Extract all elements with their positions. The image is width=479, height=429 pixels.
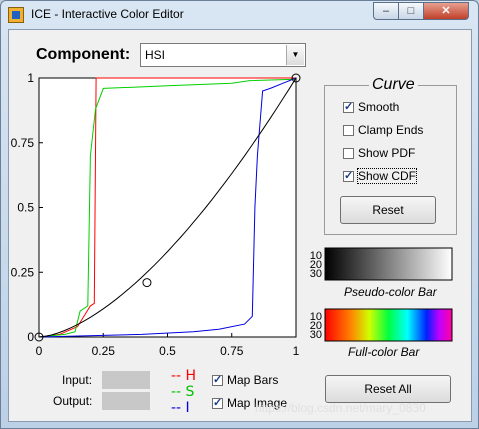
watermark-text: https://blog.csdn.net/mary_0830	[255, 401, 426, 415]
show-cdf-label: Show CDF	[356, 168, 418, 184]
i-legend: -- I	[171, 400, 190, 416]
y-tick-label: 1	[27, 71, 34, 85]
show-pdf-label: Show PDF	[358, 146, 416, 160]
y-tick-label: 0.25	[11, 265, 35, 279]
y-tick-label: 0.75	[11, 136, 35, 150]
x-tick-label: 0.25	[92, 344, 116, 358]
x-tick-label: 0	[36, 344, 43, 358]
output-label: Output:	[53, 394, 93, 408]
input-label: Input:	[62, 373, 93, 387]
input-value-field	[102, 371, 150, 389]
clamp-ends-check-box[interactable]	[343, 125, 354, 136]
smooth-label: Smooth	[358, 100, 400, 114]
full-color-bar	[324, 308, 453, 342]
x-tick-label: 0.5	[159, 344, 176, 358]
pseudo-color-bar	[324, 247, 453, 281]
curve-group-title: Curve	[369, 76, 418, 94]
show-cdf-checkbox[interactable]: Show CDF	[343, 168, 418, 184]
output-value-field	[102, 392, 150, 410]
y-tick-label: 0	[27, 330, 34, 344]
full-color-bar-title: Full-color Bar	[346, 345, 422, 359]
smooth-check-box[interactable]	[343, 100, 354, 113]
pseudo-bar-y-tick: 30	[310, 268, 322, 280]
map-image-check-box[interactable]	[212, 396, 223, 409]
matlab-app-icon	[8, 7, 24, 23]
pseudo-color-bar-title: Pseudo-color Bar	[342, 285, 439, 299]
map-bars-checkbox[interactable]: Map Bars	[212, 373, 278, 387]
maximize-button[interactable]: □	[398, 2, 424, 20]
clamp-ends-checkbox[interactable]: Clamp Ends	[343, 123, 423, 137]
reset-all-button[interactable]: Reset All	[325, 375, 451, 403]
clamp-ends-label: Clamp Ends	[358, 123, 424, 137]
full-bar-y-tick: 30	[310, 329, 322, 341]
map-bars-label: Map Bars	[227, 373, 279, 387]
x-tick-label: 1	[293, 344, 300, 358]
window-title: ICE - Interactive Color Editor	[31, 7, 184, 21]
close-button[interactable]: ✕	[423, 2, 469, 20]
reset-button[interactable]: Reset	[340, 196, 436, 224]
show-pdf-check-box[interactable]	[343, 148, 354, 159]
smooth-checkbox[interactable]: Smooth	[343, 100, 399, 114]
title-bar[interactable]: ICE - Interactive Color Editor – □ ✕	[1, 1, 478, 29]
map-bars-check-box[interactable]	[212, 373, 223, 386]
figure-client-area: Component: HSI ▼ 0 0.25 0.5 0.75 1 0 0.25 0.5 0.…	[8, 29, 472, 422]
plot-axes-box[interactable]	[38, 77, 297, 338]
show-cdf-check-box[interactable]	[343, 169, 354, 182]
h-legend: -- H	[171, 368, 197, 384]
s-legend: -- S	[171, 384, 195, 400]
x-tick-label: 0.75	[220, 344, 244, 358]
minimize-button[interactable]: –	[373, 2, 399, 20]
show-pdf-checkbox[interactable]: Show PDF	[343, 146, 415, 160]
y-tick-label: 0.5	[17, 201, 34, 215]
ice-window: ICE - Interactive Color Editor – □ ✕ Com…	[0, 0, 479, 429]
